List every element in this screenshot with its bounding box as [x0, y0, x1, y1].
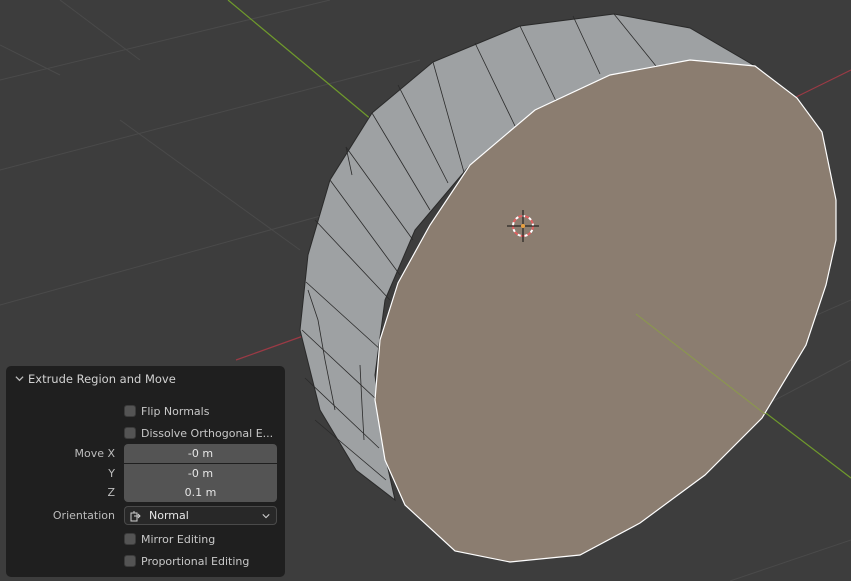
dissolve-orthogonal-label: Dissolve Orthogonal E... [141, 427, 274, 440]
move-z-label: Z [107, 486, 115, 499]
move-x-field[interactable]: -0 m [124, 444, 277, 463]
move-y-label: Y [108, 467, 115, 480]
redo-last-panel: Extrude Region and Move Flip Normals Dis… [6, 366, 285, 577]
mirror-editing-checkbox[interactable] [124, 533, 136, 545]
mirror-editing-label: Mirror Editing [141, 533, 216, 546]
orientation-row: Orientation Normal [6, 506, 285, 526]
orientation-transform-icon [130, 511, 141, 522]
move-y-field[interactable]: -0 m [124, 464, 277, 483]
dissolve-orthogonal-row[interactable]: Dissolve Orthogonal E... [6, 424, 285, 444]
panel-title: Extrude Region and Move [28, 372, 176, 386]
panel-header[interactable]: Extrude Region and Move [6, 366, 285, 392]
orientation-label: Orientation [52, 509, 115, 522]
orientation-select[interactable]: Normal [124, 506, 277, 525]
chevron-down-icon[interactable] [15, 374, 24, 383]
proportional-editing-checkbox[interactable] [124, 555, 136, 567]
move-z-row: Z 0.1 m [6, 483, 285, 503]
flip-normals-label: Flip Normals [141, 405, 210, 418]
flip-normals-row[interactable]: Flip Normals [6, 402, 285, 422]
flip-normals-checkbox[interactable] [124, 405, 136, 417]
chevron-down-icon [262, 514, 270, 519]
mirror-editing-row[interactable]: Mirror Editing [6, 530, 285, 550]
move-x-row: Move X -0 m [6, 444, 285, 464]
proportional-editing-label: Proportional Editing [141, 555, 250, 568]
move-z-field[interactable]: 0.1 m [124, 483, 277, 502]
orientation-value: Normal [149, 509, 189, 522]
dissolve-orthogonal-checkbox[interactable] [124, 427, 136, 439]
move-x-label: Move X [74, 447, 115, 460]
x-axis-line-far [789, 69, 851, 101]
move-y-row: Y -0 m [6, 464, 285, 484]
proportional-editing-row[interactable]: Proportional Editing [6, 552, 285, 572]
